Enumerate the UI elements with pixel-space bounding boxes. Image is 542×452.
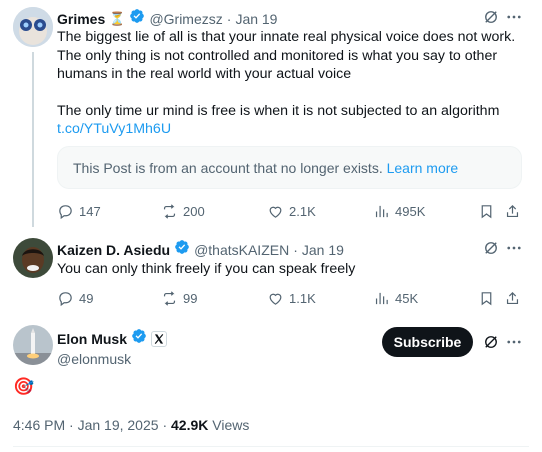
tweet-date[interactable]: Jan 19 [235,11,277,27]
author-name[interactable]: Grimes [57,11,105,27]
author-block: Elon Musk @elonmusk [57,328,168,367]
like-count: 1.1K [289,290,316,306]
views-button[interactable]: 45K [373,290,418,307]
avatar-kaizen[interactable] [13,238,53,278]
card-message: This Post is from an account that no lon… [73,160,383,176]
author-name[interactable]: Elon Musk [57,331,127,347]
repost-count: 99 [183,290,198,306]
share-icon [506,204,519,217]
tweet-actions: 49 99 1.1K 45K [57,289,522,307]
avatar-image [13,7,53,47]
tweet-text-line: The only thing is not controlled and mon… [57,47,498,64]
post-timestamp[interactable]: 4:46 PM · Jan 19, 2025 [13,417,159,433]
like-button[interactable]: 2.1K [267,203,316,220]
more-options-icon[interactable] [505,239,523,262]
like-button[interactable]: 1.1K [267,290,316,307]
author-handle[interactable]: @Grimezsz [149,11,222,27]
heart-icon [269,206,282,218]
tweet-text-line: The only time ur mind is free is when it… [57,102,500,119]
views-label: Views [212,417,250,433]
share-button[interactable] [504,290,521,307]
bookmark-icon [481,204,492,218]
tweet-date[interactable]: Jan 19 [302,242,344,258]
reply-button[interactable]: 147 [57,203,101,220]
tweet-text-line: humans in the real world with your actua… [57,66,352,82]
avatar-image [13,325,53,365]
hourglass-emoji: ⏳ [109,10,126,26]
grok-icon[interactable] [482,333,500,356]
grok-icon[interactable] [482,239,500,262]
thread-connector [32,52,34,227]
unavailable-post-card[interactable]: This Post is from an account that no lon… [57,146,522,189]
verified-badge-icon[interactable] [129,8,145,29]
heart-icon [269,293,282,305]
views-count: 495K [395,203,426,219]
separator-dot: · [162,417,168,433]
tweet-text: The biggest lie of all is that your inna… [57,28,532,139]
views-total: 42.9K [171,417,209,433]
repost-icon [163,203,176,219]
tweet-text: You can only think freely if you can spe… [57,261,356,277]
x-affiliate-badge-icon[interactable] [151,330,168,347]
reply-icon [59,291,72,306]
avatar-image [13,238,53,278]
bookmark-button[interactable] [478,290,495,307]
author-name[interactable]: Kaizen D. Asiedu [57,242,170,258]
repost-icon [163,290,176,306]
more-options-icon[interactable] [505,333,523,356]
views-button[interactable]: 495K [373,203,425,220]
share-button[interactable] [504,203,521,220]
analytics-icon [375,292,388,304]
tweet-header: Kaizen D. Asiedu @thatsKAIZEN · Jan 19 [57,239,344,260]
tweet-text-line: The biggest lie of all is that your inna… [57,29,516,45]
avatar-grimes[interactable] [13,7,53,47]
views-count: 45K [395,290,419,306]
bottom-divider [13,446,529,447]
tweet-actions: 147 200 2.1K 495K [57,202,522,220]
verified-badge-icon[interactable] [174,239,190,260]
target-emoji: 🎯 [13,377,35,396]
reply-count: 49 [79,290,94,306]
share-icon [506,291,519,304]
like-count: 2.1K [289,203,316,219]
repost-button[interactable]: 200 [161,203,205,220]
reply-count: 147 [79,203,101,219]
tweet-link[interactable]: t.co/YTuVy1Mh6U [57,120,532,139]
reply-icon [59,204,72,219]
reply-button[interactable]: 49 [57,290,93,307]
separator-dot: · [293,241,298,258]
analytics-icon [375,205,388,217]
subscribe-button[interactable]: Subscribe [382,327,473,357]
learn-more-link[interactable]: Learn more [387,160,459,176]
avatar-elonmusk[interactable] [13,325,53,365]
bookmark-icon [481,291,492,305]
repost-button[interactable]: 99 [161,290,197,307]
repost-count: 200 [183,203,205,219]
bookmark-button[interactable] [478,203,495,220]
timestamp-row: 4:46 PM · Jan 19, 2025 · 42.9K Views [13,417,249,433]
verified-badge-icon[interactable] [131,328,147,349]
tweet-header: Grimes ⏳ @Grimezsz · Jan 19 [57,8,277,29]
separator-dot: · [226,10,232,27]
author-handle[interactable]: @elonmusk [57,351,167,367]
author-handle[interactable]: @thatsKAIZEN [194,242,289,258]
